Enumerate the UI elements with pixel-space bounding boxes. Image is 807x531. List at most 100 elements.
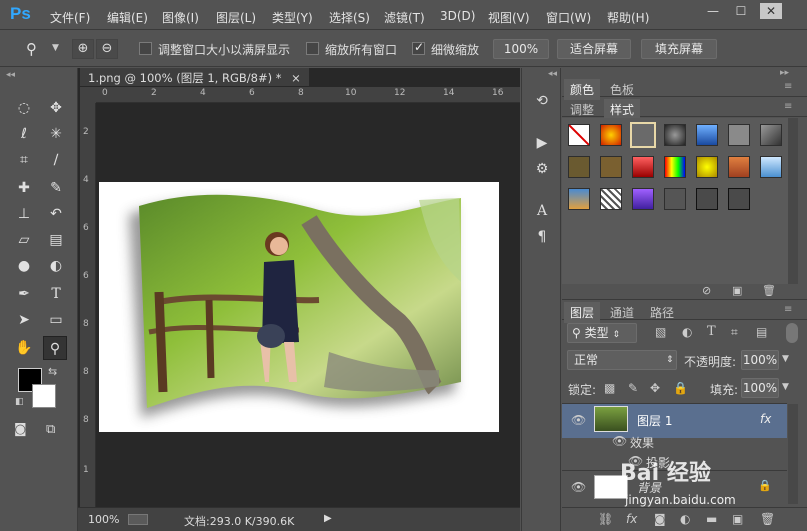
effects-row[interactable]: 👁 效果 [562,432,787,450]
zoom-out-icon[interactable]: ⊖ [96,39,118,59]
zoom-tool-button-icon[interactable]: ⚲ [43,336,67,360]
zoom-in-icon[interactable]: ⊕ [72,39,94,59]
panel-menu-icon[interactable]: ≡ [784,101,792,112]
style-swatch-selected[interactable] [630,122,656,148]
zoom-all-checkbox[interactable] [306,42,319,55]
new-style-icon[interactable]: ▣ [732,284,742,297]
ruler-left[interactable]: 2 4 6 6 8 8 8 1 [80,103,96,507]
pen-tool-icon[interactable]: ✒ [12,282,36,306]
menu-view[interactable]: 视图(V) [488,9,530,26]
crop-tool-icon[interactable]: ⌗ [12,148,36,172]
new-group-icon[interactable]: ▬ [706,512,717,526]
style-swatch[interactable] [568,156,590,178]
lasso-tool-icon[interactable]: ℓ [12,122,36,146]
magic-wand-tool-icon[interactable]: ✳ [44,122,68,146]
menu-type[interactable]: 类型(Y) [272,9,313,26]
menu-help[interactable]: 帮助(H) [607,9,649,26]
eraser-tool-icon[interactable]: ▱ [12,228,36,252]
tab-color[interactable]: 颜色 [564,79,601,100]
add-style-icon[interactable]: fx [626,512,637,526]
actions-panel-icon[interactable]: ▶ [531,132,553,154]
lock-all-icon[interactable]: 🔒 [673,381,688,395]
ruler-top[interactable]: 0 2 4 6 8 10 12 14 16 [96,87,520,103]
tab-channels[interactable]: 通道 [604,302,640,323]
add-mask-icon[interactable]: ◙ [654,512,666,526]
fx-icon[interactable]: fx [760,412,771,426]
hand-tool-icon[interactable]: ✋ [12,336,36,360]
menu-3d[interactable]: 3D(D) [440,9,475,23]
menu-image[interactable]: 图像(I) [162,9,199,26]
style-swatch[interactable] [664,188,686,210]
dodge-tool-icon[interactable]: ◐ [44,254,68,278]
properties-panel-icon[interactable]: ⚙ [531,158,553,180]
marquee-tool-icon[interactable]: ◌ [12,96,36,120]
style-swatch[interactable] [664,156,686,178]
filter-smart-object-icon[interactable]: ▤ [756,325,767,339]
styles-scrollbar[interactable] [788,118,798,284]
history-panel-icon[interactable]: ⟲ [531,90,553,112]
panel-menu-icon[interactable]: ≡ [784,81,792,92]
new-layer-icon[interactable]: ▣ [732,512,743,526]
healing-brush-tool-icon[interactable]: ✚ [12,176,36,200]
style-swatch[interactable] [600,188,622,210]
blend-mode-dropdown[interactable]: 正常 ⇕ [567,350,677,370]
filter-adjustment-icon[interactable]: ◐ [682,325,692,339]
document-tab[interactable]: 1.png @ 100% (图层 1, RGB/8#) * × [80,68,309,86]
filter-type-icon[interactable]: T [707,324,716,339]
style-swatch[interactable] [696,188,718,210]
zoom-100-button[interactable]: 100% [493,39,549,59]
history-brush-tool-icon[interactable]: ↶ [44,202,68,226]
menu-file[interactable]: 文件(F) [50,9,90,26]
lock-pixels-icon[interactable]: ✎ [628,381,638,395]
style-swatch[interactable] [760,124,782,146]
background-color-swatch[interactable] [32,384,56,408]
menu-select[interactable]: 选择(S) [329,9,370,26]
collapse-tools-icon[interactable]: ◂◂ [6,70,15,80]
expand-panels-icon[interactable]: ◂◂ [548,69,557,79]
tool-preset-dropdown-icon[interactable]: ▼ [52,43,59,53]
filter-shape-icon[interactable]: ⌗ [731,325,738,340]
tab-paths[interactable]: 路径 [644,302,680,323]
lock-position-icon[interactable]: ✥ [650,381,660,395]
brush-tool-icon[interactable]: ✎ [44,176,68,200]
move-tool-icon[interactable]: ✥ [44,96,68,120]
blur-tool-icon[interactable]: ● [12,254,36,278]
panel-menu-icon[interactable]: ≡ [784,304,792,315]
close-button[interactable]: ✕ [760,3,782,19]
style-swatch[interactable] [728,156,750,178]
delete-layer-icon[interactable]: 🗑 [760,512,775,526]
style-swatch[interactable] [600,124,622,146]
style-swatch[interactable] [568,188,590,210]
default-colors-icon[interactable]: ◧ [15,397,24,407]
fill-screen-button[interactable]: 填充屏幕 [641,39,717,59]
minimize-button[interactable]: — [702,3,724,19]
style-swatch[interactable] [600,156,622,178]
visibility-eye-icon[interactable]: 👁 [571,480,586,494]
rectangle-tool-icon[interactable]: ▭ [44,308,68,332]
style-swatch[interactable] [664,124,686,146]
paragraph-panel-icon[interactable]: ¶ [531,226,553,248]
path-selection-tool-icon[interactable]: ➤ [12,308,36,332]
fit-screen-button[interactable]: 适合屏幕 [557,39,631,59]
delete-style-icon[interactable]: 🗑 [762,284,776,297]
opacity-input[interactable]: 100% [741,350,779,370]
fill-input[interactable]: 100% [741,378,779,398]
style-swatch[interactable] [696,156,718,178]
ruler-origin[interactable] [80,87,96,103]
zoom-tool-icon[interactable]: ⚲ [26,40,37,58]
style-swatch[interactable] [728,124,750,146]
style-swatch-none[interactable] [568,124,590,146]
maximize-button[interactable]: ☐ [730,3,752,19]
menu-layer[interactable]: 图层(L) [216,9,256,26]
screen-mode-icon[interactable]: ⧉ [46,422,55,437]
style-swatch[interactable] [696,124,718,146]
tab-adjustments[interactable]: 调整 [564,99,600,120]
filter-toggle[interactable] [786,323,798,343]
filter-pixel-icon[interactable]: ▧ [655,325,666,339]
layer-filter-dropdown[interactable]: ⚲ 类型 ⇕ [567,323,637,343]
canvas[interactable] [99,182,499,432]
resize-windows-checkbox[interactable] [139,42,152,55]
style-swatch[interactable] [632,188,654,210]
document-tab-close-icon[interactable]: × [291,71,301,85]
style-swatch[interactable] [760,156,782,178]
